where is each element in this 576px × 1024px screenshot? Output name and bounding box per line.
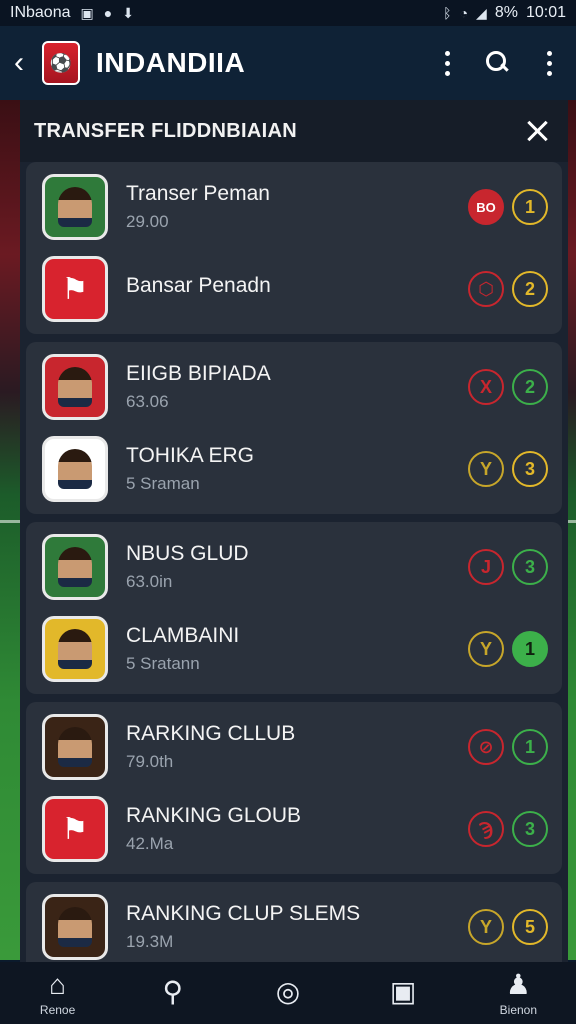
download-icon: ⬇ xyxy=(122,4,134,21)
close-icon[interactable] xyxy=(526,120,548,142)
club-emblem-icon: ⬡ xyxy=(468,271,504,307)
panel-title: TRANSFER FLIDDNBIAIAN xyxy=(34,119,297,142)
rank-badge: 3 xyxy=(512,451,548,487)
panel-header: TRANSFER FLIDDNBIAIAN xyxy=(20,100,568,162)
rank-badge: 1 xyxy=(512,631,548,667)
nav-profile[interactable]: ♟ Bienon xyxy=(478,969,558,1017)
bluetooth-icon: ᛒ xyxy=(443,5,452,21)
club-emblem-icon: Y xyxy=(468,451,504,487)
club-logo: ⚽ xyxy=(42,41,80,85)
rank-badge: 1 xyxy=(512,729,548,765)
list-item[interactable]: ⚑ Bansar Penadn ⬡ 2 xyxy=(26,248,562,330)
player-avatar xyxy=(42,534,108,600)
club-emblem-icon: J xyxy=(468,549,504,585)
bottom-nav: ⌂ Renoe ⚲ ◎ ▣ ♟ Bienon xyxy=(0,962,576,1024)
item-subtitle: 29.00 xyxy=(126,212,169,231)
chat-icon: ● xyxy=(103,5,113,21)
item-name: EIIGB BIPIADA xyxy=(126,362,271,385)
player-avatar xyxy=(42,714,108,780)
rank-badge: 1 xyxy=(512,189,548,225)
player-avatar xyxy=(42,894,108,960)
item-subtitle: 63.0in xyxy=(126,572,173,591)
status-bar: INbaona ▣ ● ⬇ ᛒ ◔ ◢ 8% 10:01 xyxy=(0,0,576,26)
ranking-group: RARKING CLLUB 79.0th ⊘ 1 ⚑ RANKING GLOUB 42.Ma… xyxy=(26,702,562,874)
card-icon: ▣ xyxy=(389,976,417,1007)
club-emblem-icon: Y xyxy=(468,631,504,667)
list-item[interactable]: CLAMBAINI 5 Sratann Y 1 xyxy=(26,608,562,690)
list-item[interactable]: Transer Peman 29.00 BO 1 xyxy=(26,166,562,248)
player-avatar xyxy=(42,436,108,502)
signal-icon: ◢ xyxy=(476,4,487,21)
item-name: RANKING GLOUB xyxy=(126,804,302,827)
ranking-group: RANKING CLUP SLEMS 19.3M Y 5 xyxy=(26,882,562,962)
home-icon: ⌂ xyxy=(49,969,67,1000)
club-emblem-icon: ⊘ xyxy=(468,729,504,765)
overflow-icon[interactable] xyxy=(544,50,554,76)
ball-icon: ◎ xyxy=(275,976,301,1007)
nav-search[interactable]: ⚲ xyxy=(133,976,213,1010)
item-subtitle: 42.Ma xyxy=(126,834,174,853)
list-item[interactable]: RANKING CLUP SLEMS 19.3M Y 5 xyxy=(26,886,562,962)
club-emblem-icon: X xyxy=(468,369,504,405)
carrier-label: INbaona xyxy=(10,4,71,21)
item-subtitle: 5 Sratann xyxy=(126,654,200,673)
list-item[interactable]: NBUS GLUD 63.0in J 3 xyxy=(26,526,562,608)
ranking-group: Transer Peman 29.00 BO 1 ⚑ Bansar Penadn ⬡ 2 xyxy=(26,162,562,334)
ranking-list: Transer Peman 29.00 BO 1 ⚑ Bansar Penadn ⬡ 2 EII… xyxy=(20,162,568,962)
nav-card[interactable]: ▣ xyxy=(363,976,443,1010)
club-emblem-icon: Ϡ xyxy=(468,811,504,847)
player-avatar xyxy=(42,174,108,240)
item-subtitle: 19.3M xyxy=(126,932,174,951)
item-name: CLAMBAINI xyxy=(126,624,240,647)
more-icon[interactable] xyxy=(442,50,452,76)
list-item[interactable]: EIIGB BIPIADA 63.06 X 2 xyxy=(26,346,562,428)
player-avatar xyxy=(42,354,108,420)
rank-badge: 3 xyxy=(512,811,548,847)
nav-ball[interactable]: ◎ xyxy=(248,976,328,1010)
item-subtitle: 5 Sraman xyxy=(126,474,200,493)
search-icon: ⚲ xyxy=(162,976,184,1007)
item-name: RARKING CLLUB xyxy=(126,722,296,745)
search-icon[interactable] xyxy=(486,51,510,75)
back-icon[interactable]: ‹ xyxy=(14,46,34,80)
list-item[interactable]: TOHIKA ERG 5 Sraman Y 3 xyxy=(26,428,562,510)
club-emblem-icon: Y xyxy=(468,909,504,945)
item-name: Bansar Penadn xyxy=(126,274,271,297)
rank-badge: 3 xyxy=(512,549,548,585)
item-name: NBUS GLUD xyxy=(126,542,249,565)
item-subtitle: 63.06 xyxy=(126,392,169,411)
notification-icon: ▣ xyxy=(80,4,94,21)
rank-badge: 2 xyxy=(512,369,548,405)
club-emblem-icon: BO xyxy=(468,189,504,225)
app-title: INDANDIIA xyxy=(96,47,246,78)
club-crest-icon: ⚑ xyxy=(42,256,108,322)
rank-badge: 2 xyxy=(512,271,548,307)
nav-label: Bienon xyxy=(499,1003,538,1017)
clock: 10:01 xyxy=(525,4,566,21)
item-name: Transer Peman xyxy=(126,182,270,205)
nav-label: Renoe xyxy=(39,1003,76,1017)
app-bar: ‹ ⚽ INDANDIIA xyxy=(0,26,576,100)
transfer-panel: TRANSFER FLIDDNBIAIAN Transer Peman 29.00… xyxy=(20,100,568,962)
item-name: TOHIKA ERG xyxy=(126,444,254,467)
nav-home[interactable]: ⌂ Renoe xyxy=(18,969,98,1017)
club-crest-icon: ⚑ xyxy=(42,796,108,862)
list-item[interactable]: RARKING CLLUB 79.0th ⊘ 1 xyxy=(26,706,562,788)
wifi-icon: ◔ xyxy=(459,5,469,21)
item-subtitle: 79.0th xyxy=(126,752,174,771)
battery-label: 8% xyxy=(494,4,518,21)
profile-icon: ♟ xyxy=(505,969,531,1000)
rank-badge: 5 xyxy=(512,909,548,945)
player-avatar xyxy=(42,616,108,682)
ranking-group: NBUS GLUD 63.0in J 3 CLAMBAINI 5 Sratann Y 1 xyxy=(26,522,562,694)
list-item[interactable]: ⚑ RANKING GLOUB 42.Ma Ϡ 3 xyxy=(26,788,562,870)
ranking-group: EIIGB BIPIADA 63.06 X 2 TOHIKA ERG 5 Sraman Y 3 xyxy=(26,342,562,514)
item-name: RANKING CLUP SLEMS xyxy=(126,902,361,925)
